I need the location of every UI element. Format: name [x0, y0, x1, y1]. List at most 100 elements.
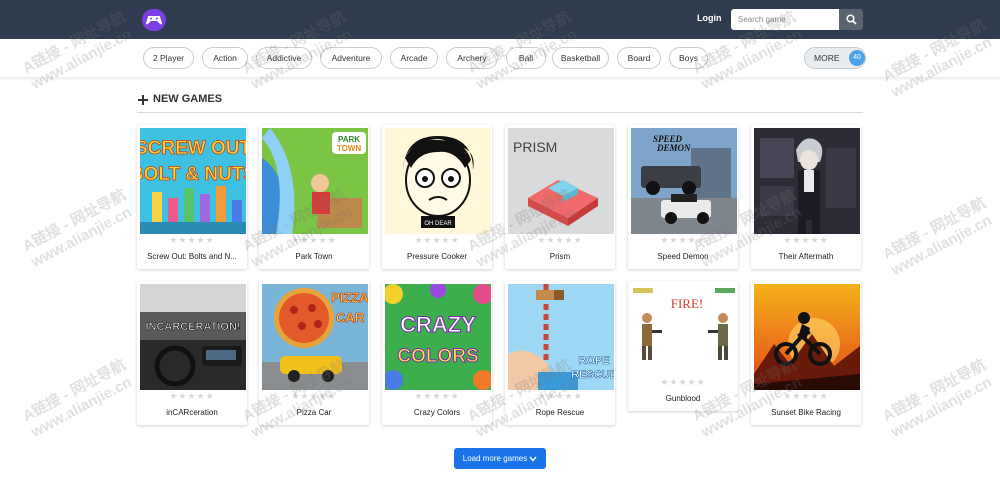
- game-thumbnail: SPEED DEMON: [631, 128, 737, 234]
- watermark-line2: www.alianjie.cn: [888, 211, 995, 279]
- rating-stars: ★★★★★: [169, 235, 215, 245]
- game-thumbnail: [754, 284, 860, 390]
- more-categories-button[interactable]: MORE 40: [804, 47, 866, 69]
- game-title: Screw Out: Bolts and N...: [147, 252, 237, 261]
- rating-stars: ★★★★★: [537, 391, 583, 401]
- rating-stars: ★★★★★: [414, 391, 460, 401]
- rating-stars: ★★★★★: [414, 235, 460, 245]
- game-thumbnail: [754, 128, 860, 234]
- watermark: A链接 - 网址导航 www.alianjie.cn: [20, 186, 138, 271]
- category-basketball[interactable]: Basketball: [552, 47, 609, 69]
- more-count-badge: 40: [849, 50, 865, 66]
- watermark-line1: A链接 - 网址导航: [20, 356, 129, 426]
- category-action[interactable]: Action: [202, 47, 248, 69]
- watermark-line2: www.alianjie.cn: [28, 203, 135, 271]
- watermark: A链接 - 网址导航 www.alianjie.cn: [20, 356, 138, 441]
- svg-text:PARK: PARK: [338, 135, 360, 144]
- category-boys[interactable]: Boys: [669, 47, 708, 69]
- load-more-button[interactable]: Load more games: [454, 448, 546, 469]
- top-header: Login: [0, 0, 1000, 39]
- game-card-crazy-colors[interactable]: CRAZY COLORS ★★★★★ Crazy Colors: [382, 281, 492, 425]
- category-board[interactable]: Board: [617, 47, 661, 69]
- rating-stars: ★★★★★: [783, 235, 829, 245]
- game-title: Park Town: [295, 252, 333, 261]
- rating-stars: ★★★★★: [660, 235, 706, 245]
- game-title: Their Aftermath: [778, 252, 834, 261]
- game-thumbnail: SCREW OUT BOLT & NUTS: [140, 128, 246, 234]
- game-title: Rope Rescue: [535, 408, 585, 417]
- svg-text:CAR: CAR: [336, 310, 365, 325]
- svg-text:INCARCERATION!: INCARCERATION!: [145, 321, 240, 333]
- watermark: A链接 - 网址导航 www.alianjie.cn: [880, 194, 998, 279]
- rating-stars: ★★★★★: [783, 391, 829, 401]
- game-card-pizza-car[interactable]: PIZZA CAR ★★★★★ Pizza Car: [259, 281, 369, 425]
- svg-text:RESCUE: RESCUE: [571, 369, 614, 381]
- search-icon: [846, 14, 857, 25]
- svg-text:SCREW OUT: SCREW OUT: [140, 138, 246, 159]
- category-arcade[interactable]: Arcade: [390, 47, 438, 69]
- svg-text:COLORS: COLORS: [397, 346, 478, 367]
- search-input[interactable]: [731, 9, 839, 30]
- game-card-rope-rescue[interactable]: ROPE RESCUE ★★★★★ Rope Rescue: [505, 281, 615, 425]
- game-title: Sunset Bike Racing: [771, 408, 841, 417]
- load-more-label: Load more games: [462, 454, 528, 463]
- more-label: MORE: [814, 53, 840, 63]
- game-thumbnail: FIRE!: [631, 284, 737, 376]
- game-title: Pizza Car: [296, 408, 332, 417]
- watermark-line1: A链接 - 网址导航: [880, 194, 989, 264]
- watermark: A链接 - 网址导航 www.alianjie.cn: [880, 356, 998, 441]
- game-thumbnail: ROPE RESCUE: [508, 284, 614, 390]
- category-ball[interactable]: Ball: [506, 47, 546, 69]
- search-button[interactable]: [839, 9, 863, 30]
- section-title: NEW GAMES: [137, 93, 222, 105]
- svg-text:BOLT & NUTS: BOLT & NUTS: [140, 164, 246, 185]
- gamepad-icon[interactable]: [142, 9, 166, 31]
- game-card-incarceration[interactable]: INCARCERATION! ★★★★★ inCARceration: [137, 281, 247, 425]
- section-title-text: NEW GAMES: [153, 93, 223, 105]
- game-card-their-aftermath[interactable]: ★★★★★ Their Aftermath: [751, 125, 861, 269]
- svg-text:DEMON: DEMON: [656, 143, 691, 153]
- game-card-sunset-bike-racing[interactable]: ★★★★★ Sunset Bike Racing: [751, 281, 861, 425]
- game-card-pressure-cooker[interactable]: OH DEAR ★★★★★ Pressure Cooker: [382, 125, 492, 269]
- section-divider: [137, 112, 863, 113]
- game-title: inCARceration: [166, 408, 218, 417]
- rating-stars: ★★★★★: [537, 235, 583, 245]
- game-title: Pressure Cooker: [406, 252, 468, 261]
- game-thumbnail: OH DEAR: [385, 128, 491, 234]
- rating-stars: ★★★★★: [169, 391, 215, 401]
- game-title: Prism: [549, 252, 571, 261]
- game-card-prism[interactable]: PRISM ★★★★★ Prism: [505, 125, 615, 269]
- chevron-down-icon: [529, 456, 537, 462]
- game-thumbnail: PARK TOWN: [262, 128, 368, 234]
- watermark-line1: A链接 - 网址导航: [880, 356, 989, 426]
- game-card-park-town[interactable]: PARK TOWN ★★★★★ Park Town: [259, 125, 369, 269]
- login-link[interactable]: Login: [697, 13, 722, 23]
- watermark-line2: www.alianjie.cn: [28, 373, 135, 441]
- game-title: Gunblood: [665, 394, 701, 403]
- svg-text:FIRE!: FIRE!: [671, 296, 704, 311]
- svg-text:CRAZY: CRAZY: [400, 312, 476, 337]
- game-thumbnail: PRISM: [508, 128, 614, 234]
- game-thumbnail: CRAZY COLORS: [385, 284, 491, 390]
- rating-stars: ★★★★★: [660, 377, 706, 387]
- svg-text:OH DEAR: OH DEAR: [424, 221, 452, 227]
- svg-text:ROPE: ROPE: [578, 355, 609, 367]
- game-card-speed-demon[interactable]: SPEED DEMON ★★★★★ Speed Demon: [628, 125, 738, 269]
- category-addictive[interactable]: Addictive: [256, 47, 312, 69]
- game-title: Speed Demon: [657, 252, 709, 261]
- svg-text:PRISM: PRISM: [513, 139, 557, 155]
- watermark-line1: A链接 - 网址导航: [20, 186, 129, 256]
- category-adventure[interactable]: Adventure: [320, 47, 382, 69]
- category-2-player[interactable]: 2 Player: [143, 47, 194, 69]
- game-card-screw-out[interactable]: SCREW OUT BOLT & NUTS ★★★★★ Screw Out: B…: [137, 125, 247, 269]
- svg-text:PIZZA: PIZZA: [331, 290, 368, 305]
- watermark-line2: www.alianjie.cn: [888, 373, 995, 441]
- game-thumbnail: INCARCERATION!: [140, 284, 246, 390]
- rating-stars: ★★★★★: [291, 391, 337, 401]
- svg-text:TOWN: TOWN: [337, 144, 362, 153]
- game-card-gunblood[interactable]: FIRE! ★★★★★ Gunblood: [628, 281, 738, 411]
- game-title: Crazy Colors: [413, 408, 461, 417]
- rating-stars: ★★★★★: [291, 235, 337, 245]
- game-thumbnail: PIZZA CAR: [262, 284, 368, 390]
- category-archery[interactable]: Archery: [446, 47, 498, 69]
